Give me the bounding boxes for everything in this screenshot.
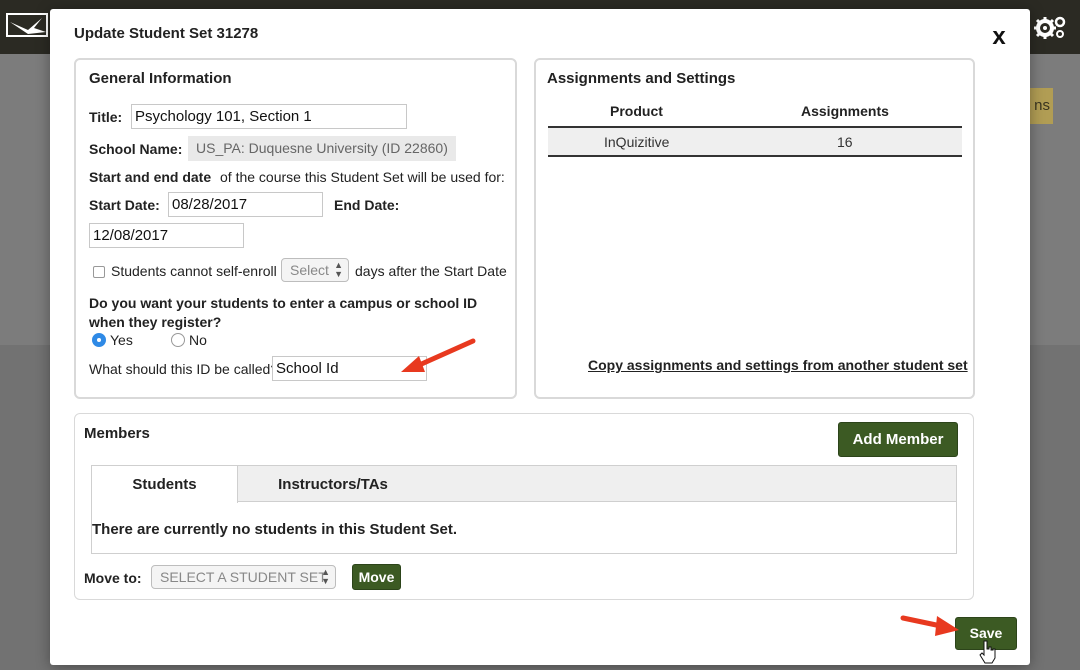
select-arrows-icon: ▲ ▼ xyxy=(321,567,330,586)
select-arrows-icon: ▲ ▼ xyxy=(334,260,343,279)
move-to-select[interactable]: SELECT A STUDENT SET ▲ ▼ xyxy=(151,565,336,589)
dates-description: of the course this Student Set will be u… xyxy=(220,169,505,185)
empty-students-message: There are currently no students in this … xyxy=(92,521,458,538)
yes-radio[interactable] xyxy=(92,333,106,347)
no-radio-label: No xyxy=(189,332,207,348)
annotation-arrow-icon xyxy=(900,615,959,636)
title-label: Title: xyxy=(89,109,123,125)
hand-cursor-icon xyxy=(979,640,996,664)
days-select-value: Select xyxy=(290,262,329,278)
dialog-title: Update Student Set 31278 xyxy=(74,25,259,42)
start-date-label: Start Date: xyxy=(89,197,160,213)
tab-instructors-tas[interactable]: Instructors/TAs xyxy=(238,466,428,503)
table-row: InQuizitive 16 xyxy=(548,126,962,157)
copy-assignments-link[interactable]: Copy assignments and settings from anoth… xyxy=(588,357,968,373)
school-name-label: School Name: xyxy=(89,141,183,157)
members-heading: Members xyxy=(84,425,150,442)
annotation-arrow-icon xyxy=(401,338,476,372)
close-icon[interactable]: x xyxy=(988,25,1010,49)
end-date-input[interactable] xyxy=(89,223,244,248)
title-input[interactable] xyxy=(131,104,407,129)
update-student-set-dialog: Update Student Set 31278 x General Infor… xyxy=(50,9,1030,665)
background-yellow-button: ns xyxy=(1030,88,1053,124)
general-information-heading: General Information xyxy=(89,70,232,87)
add-member-button[interactable]: Add Member xyxy=(838,422,958,457)
assignments-settings-heading: Assignments and Settings xyxy=(547,70,736,87)
assignments-settings-panel: Assignments and Settings Product Assignm… xyxy=(534,58,975,399)
self-enroll-label: Students cannot self-enroll xyxy=(111,263,277,279)
campus-id-question: Do you want your students to enter a cam… xyxy=(89,295,478,330)
settings-gear-icon[interactable] xyxy=(1033,14,1067,40)
days-select[interactable]: Select ▲ ▼ xyxy=(281,258,349,282)
no-radio[interactable] xyxy=(171,333,185,347)
move-to-label: Move to: xyxy=(84,570,142,586)
days-suffix-label: days after the Start Date xyxy=(355,263,507,279)
start-date-input[interactable] xyxy=(168,192,323,217)
move-button[interactable]: Move xyxy=(352,564,401,590)
move-to-select-value: SELECT A STUDENT SET xyxy=(160,569,327,585)
members-panel: Members Add Member Students Instructors/… xyxy=(74,413,974,600)
self-enroll-checkbox[interactable] xyxy=(93,266,105,278)
tab-students[interactable]: Students xyxy=(92,466,238,503)
school-name-value: US_PA: Duquesne University (ID 22860) xyxy=(188,136,456,161)
product-cell: InQuizitive xyxy=(604,134,670,150)
id-name-label: What should this ID be called? xyxy=(89,361,279,377)
product-column-header: Product xyxy=(610,103,663,119)
logo-icon xyxy=(6,13,48,37)
assignments-column-header: Assignments xyxy=(801,103,889,119)
assignment-count-cell: 16 xyxy=(837,134,853,150)
end-date-label: End Date: xyxy=(334,197,400,213)
members-tabs: Students Instructors/TAs There are curre… xyxy=(91,465,957,554)
dates-heading: Start and end date xyxy=(89,169,212,185)
yes-radio-label: Yes xyxy=(110,332,133,348)
